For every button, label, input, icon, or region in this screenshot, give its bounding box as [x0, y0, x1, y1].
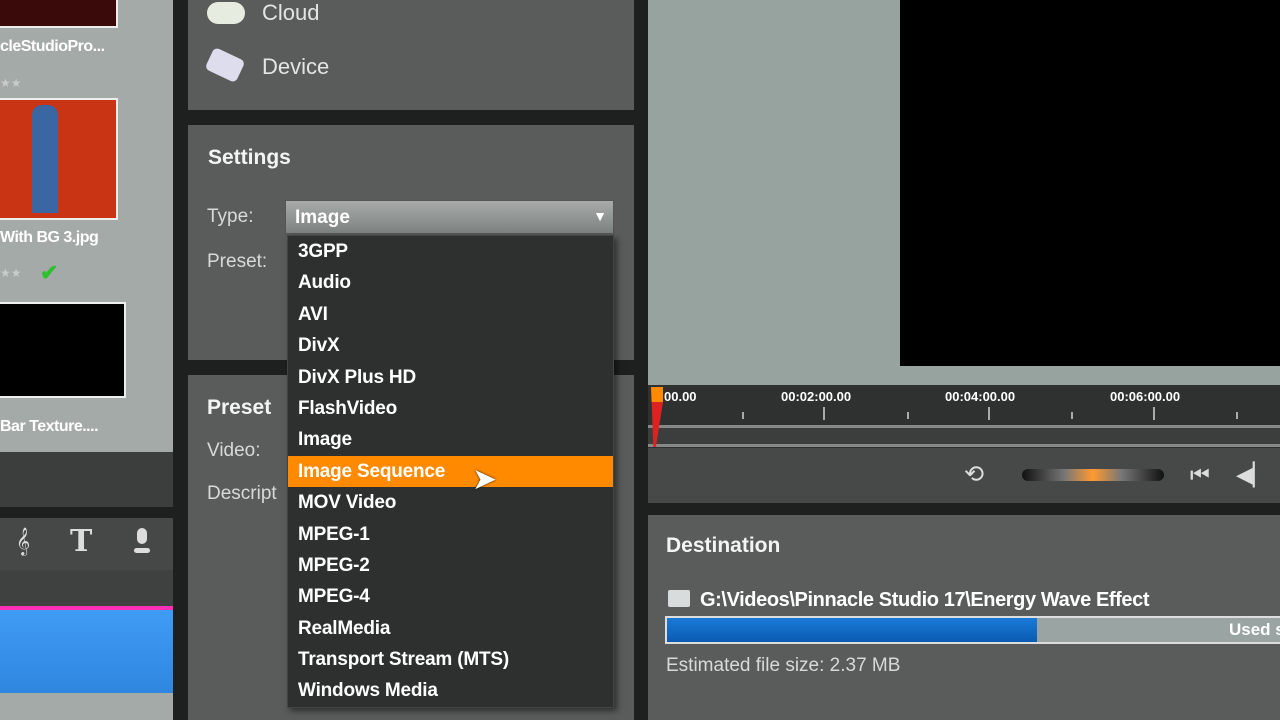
- timeline-toolbar: 𝄞 T: [0, 518, 173, 570]
- go-to-start-icon[interactable]: ⏮: [1190, 462, 1210, 488]
- preview-area: [648, 0, 1280, 385]
- folder-icon[interactable]: [668, 590, 690, 607]
- type-option[interactable]: MPEG-4: [288, 581, 613, 612]
- person-silhouette: [32, 105, 58, 213]
- type-option[interactable]: Audio: [288, 267, 613, 298]
- type-label: Type:: [207, 206, 254, 227]
- rating-stars[interactable]: ★★: [0, 266, 22, 280]
- scrubber-track[interactable]: [648, 425, 1280, 447]
- track-bg: [0, 693, 173, 720]
- used-space-label: Used s: [1229, 620, 1280, 639]
- destination-title: Destination: [666, 534, 781, 557]
- ruler-tick-label: 00:02:00.00: [781, 389, 852, 404]
- video-preview[interactable]: [900, 0, 1280, 366]
- type-dropdown-value: Image: [295, 207, 350, 228]
- title-text-icon[interactable]: T: [70, 524, 92, 559]
- type-option[interactable]: Transport Stream (MTS): [288, 644, 613, 675]
- description-label: Descript: [207, 483, 277, 504]
- library-thumbnail[interactable]: [0, 98, 118, 220]
- preset-title: Preset: [207, 396, 272, 419]
- type-option[interactable]: DivX: [288, 330, 613, 361]
- output-destinations-panel: Cloud Device: [188, 0, 634, 110]
- device-icon: [204, 46, 246, 84]
- type-dropdown[interactable]: Image ▼: [285, 200, 614, 234]
- type-option[interactable]: Image Sequence: [288, 455, 613, 488]
- shuttle-control[interactable]: [1022, 469, 1164, 481]
- library-panel: cleStudioPro... ★★ With BG 3.jpg ★★ ✔ Ba…: [0, 0, 173, 452]
- type-option[interactable]: Image: [288, 424, 613, 455]
- device-option[interactable]: Device: [262, 54, 329, 80]
- music-note-icon[interactable]: 𝄞: [16, 528, 30, 556]
- rating-stars[interactable]: ★★: [0, 76, 22, 90]
- library-thumbnail[interactable]: [0, 0, 118, 28]
- mouse-cursor-icon: ➤: [472, 463, 498, 496]
- cloud-icon: [207, 2, 245, 24]
- type-option[interactable]: AVI: [288, 299, 613, 330]
- library-caption: With BG 3.jpg: [0, 229, 99, 246]
- step-back-icon[interactable]: ◀▏: [1236, 462, 1270, 488]
- ruler-tick-label: 00.00: [664, 389, 697, 404]
- type-option[interactable]: FlashVideo: [288, 393, 613, 424]
- disk-usage-bar: Used s: [665, 616, 1280, 644]
- settings-title: Settings: [208, 146, 291, 169]
- ruler-tick-label: 00:04:00.00: [945, 389, 1016, 404]
- library-caption: Bar Texture....: [0, 418, 99, 435]
- type-option[interactable]: MPEG-2: [288, 550, 613, 581]
- type-option[interactable]: DivX Plus HD: [288, 362, 613, 393]
- type-option[interactable]: Windows Media: [288, 675, 613, 706]
- track-header: [0, 570, 173, 607]
- video-label: Video:: [207, 440, 261, 461]
- type-option[interactable]: 3GPP: [288, 236, 613, 267]
- preset-label: Preset:: [207, 251, 268, 272]
- type-option[interactable]: MOV Video: [288, 487, 613, 518]
- cloud-option[interactable]: Cloud: [262, 0, 319, 26]
- transport-controls: ⟲ ⏮ ◀▏: [648, 448, 1280, 503]
- chevron-down-icon: ▼: [593, 208, 607, 224]
- microphone-icon[interactable]: [134, 528, 150, 556]
- timeline-clip[interactable]: [0, 610, 173, 693]
- type-option[interactable]: MPEG-1: [288, 519, 613, 550]
- loop-icon[interactable]: ⟲: [964, 460, 984, 489]
- library-thumbnail[interactable]: [0, 302, 126, 398]
- estimated-file-size: Estimated file size: 2.37 MB: [666, 655, 901, 676]
- destination-panel: Destination G:\Videos\Pinnacle Studio 17…: [648, 515, 1280, 720]
- library-caption: cleStudioPro...: [0, 38, 105, 55]
- ruler-tick-label: 00:06:00.00: [1110, 389, 1181, 404]
- disk-usage-fill: [667, 618, 1037, 642]
- type-option[interactable]: RealMedia: [288, 613, 613, 644]
- checkmark-icon: ✔: [40, 260, 59, 285]
- library-footer: [0, 452, 173, 507]
- destination-path[interactable]: G:\Videos\Pinnacle Studio 17\Energy Wave…: [700, 589, 1150, 612]
- type-dropdown-list: 3GPP Audio AVI DivX DivX Plus HD FlashVideo Im…: [287, 235, 614, 708]
